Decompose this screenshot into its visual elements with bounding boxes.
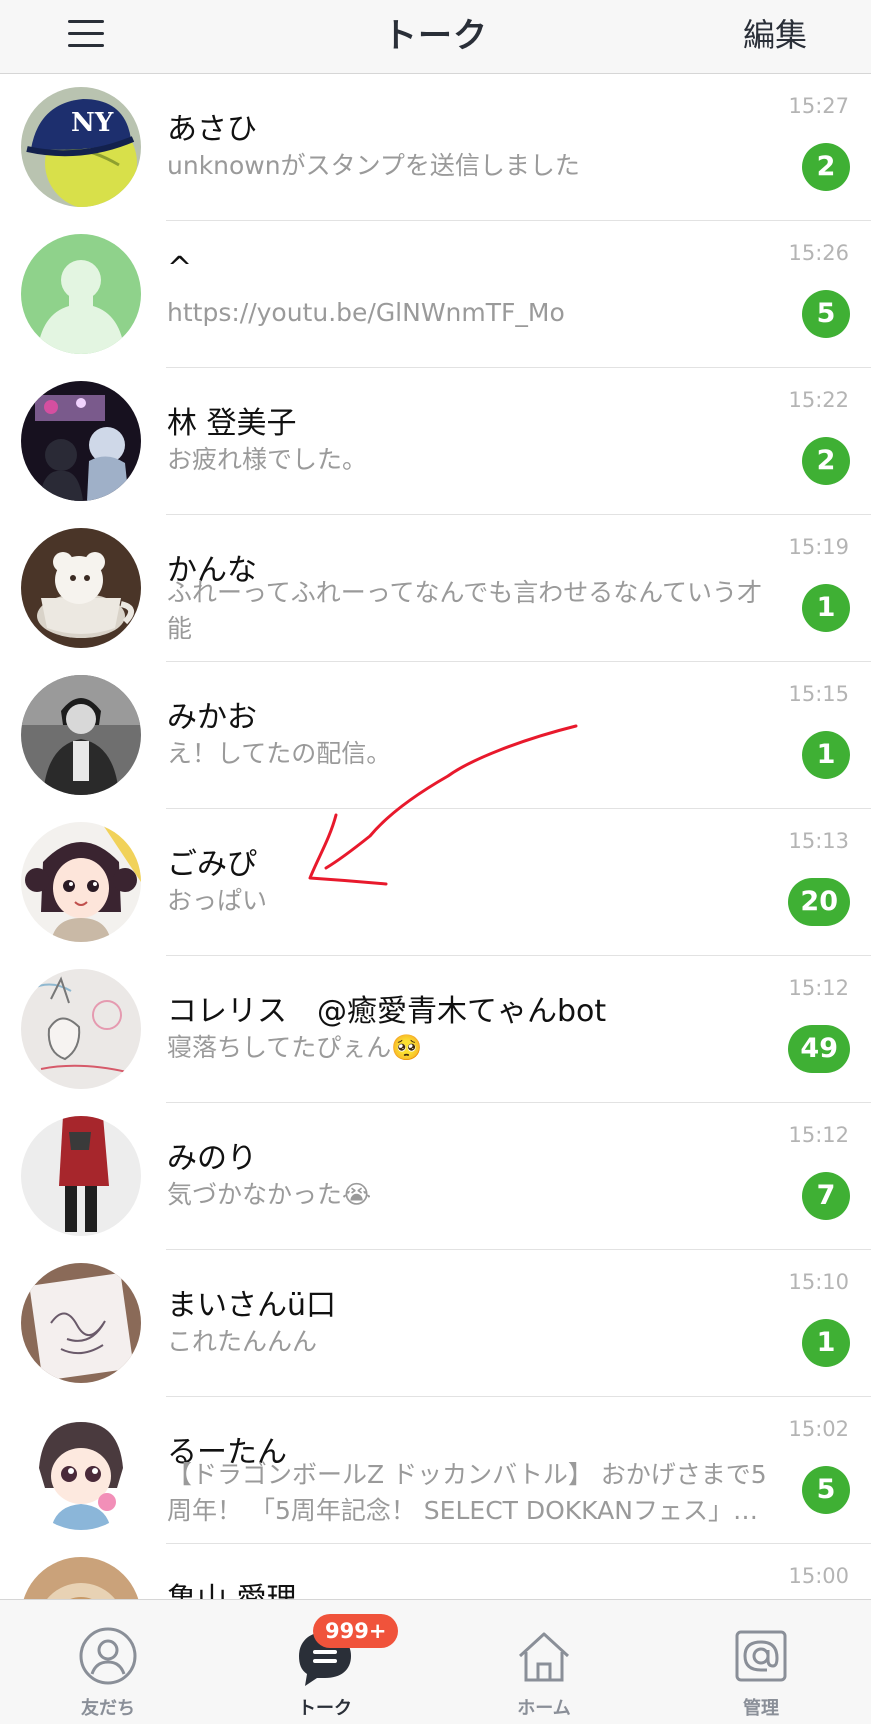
avatar — [21, 381, 141, 501]
chat-last-message: 気づかなかった😭 — [167, 1180, 372, 1209]
chat-row-mikao[interactable]: みかお え！してたの配信。 15:15 1 — [0, 662, 871, 809]
chat-last-message: これたんんん — [167, 1327, 318, 1356]
unread-badge: 5 — [802, 290, 850, 338]
tab-label: トーク — [298, 1698, 352, 1719]
avatar — [21, 1263, 141, 1383]
chat-row-kameyama[interactable]: 亀山 愛理 15:00 — [0, 1544, 871, 1599]
chat-name: あさひ — [167, 112, 257, 147]
chat-row-asahi[interactable]: NY あさひ unknownがスタンプを送信しました 15:27 2 — [0, 74, 871, 221]
chat-last-message: え！してたの配信。 — [167, 739, 392, 768]
chat-name: みのり — [167, 1141, 257, 1176]
chat-time: 15:19 — [788, 535, 849, 559]
chat-time: 15:00 — [788, 1564, 849, 1588]
unread-badge: 1 — [802, 1319, 850, 1367]
chat-row-korerisu[interactable]: コレリス @癒愛青木てゃんbot 寝落ちしてたぴぇん🥺 15:12 49 — [0, 956, 871, 1103]
bottom-tab-bar: 友だち トーク 999+ ホーム 管理 — [0, 1599, 871, 1724]
chat-name: 林 登美子 — [167, 406, 297, 441]
chat-time: 15:02 — [788, 1417, 849, 1441]
chat-time: 15:27 — [788, 94, 849, 118]
tab-home[interactable]: ホーム — [474, 1600, 614, 1725]
chat-row-kanna[interactable]: かんな ふれーってふれーってなんでも言わせるなんていう才能 15:19 1 — [0, 515, 871, 662]
chat-last-message: ふれーってふれーってなんでも言わせるなんていう才能 — [167, 578, 763, 643]
default-person-icon — [21, 234, 141, 354]
chat-row-hayashi[interactable]: 林 登美子 お疲れ様でした。 15:22 2 — [0, 368, 871, 515]
chat-name: 亀山 愛理 — [167, 1574, 297, 1599]
chat-name: ^ — [167, 251, 193, 286]
chat-last-message: 寝落ちしてたぴぇん🥺 — [167, 1033, 423, 1062]
avatar — [21, 822, 141, 942]
chat-row-gomipi[interactable]: ごみぴ おっぱい 15:13 20 — [0, 809, 871, 956]
avatar — [21, 1116, 141, 1236]
chat-time: 15:13 — [788, 829, 849, 853]
tab-label: 友だち — [81, 1698, 135, 1719]
chat-row-caret[interactable]: ^ https://youtu.be/GlNWnmTF_Mo 15:26 5 — [0, 221, 871, 368]
avatar — [21, 1557, 141, 1599]
chat-time: 15:12 — [788, 976, 849, 1000]
avatar — [21, 528, 141, 648]
tab-friends[interactable]: 友だち — [38, 1600, 178, 1725]
chat-last-message: https://youtu.be/GlNWnmTF_Mo — [167, 298, 565, 327]
chat-time: 15:12 — [788, 1123, 849, 1147]
chat-name: コレリス @癒愛青木てゃんbot — [167, 994, 607, 1029]
tab-label: 管理 — [743, 1698, 779, 1719]
page-title: トーク — [383, 16, 488, 56]
unread-badge: 1 — [802, 584, 850, 632]
unread-badge: 5 — [802, 1466, 850, 1514]
unread-badge: 2 — [802, 143, 850, 191]
chat-last-message: お疲れ様でした。 — [167, 445, 368, 474]
svg-text:NY: NY — [71, 108, 114, 138]
unread-total-badge: 999+ — [313, 1614, 399, 1648]
edit-button[interactable]: 編集 — [743, 10, 807, 56]
unread-badge: 7 — [802, 1172, 850, 1220]
person-icon — [79, 1627, 137, 1685]
chat-name: まいさんü口 — [167, 1288, 337, 1323]
avatar: NY — [21, 87, 141, 207]
chat-time: 15:15 — [788, 682, 849, 706]
chat-row-ruutan[interactable]: るーたん 【ドラゴンボールZ ドッカンバトル】 おかげさまで5周年！ 「5周年記… — [0, 1397, 871, 1544]
chat-list: NY あさひ unknownがスタンプを送信しました 15:27 2 ^ htt… — [0, 74, 871, 1599]
chat-last-message: 【ドラゴンボールZ ドッカンバトル】 おかげさまで5周年！ 「5周年記念！ SE… — [167, 1460, 767, 1525]
chat-name: ごみぴ — [167, 847, 257, 882]
chat-time: 15:26 — [788, 241, 849, 265]
top-bar: トーク 編集 — [0, 0, 871, 74]
avatar — [21, 969, 141, 1089]
unread-badge: 20 — [788, 878, 850, 926]
unread-badge: 49 — [788, 1025, 850, 1073]
chat-last-message: おっぱい — [167, 886, 268, 915]
avatar — [21, 675, 141, 795]
tab-manage[interactable]: 管理 — [691, 1600, 831, 1725]
avatar — [21, 1410, 141, 1530]
at-sign-icon — [735, 1630, 787, 1682]
chat-name: みかお — [167, 700, 257, 735]
tab-label: ホーム — [517, 1698, 571, 1719]
chat-time: 15:10 — [788, 1270, 849, 1294]
chat-last-message: unknownがスタンプを送信しました — [167, 151, 580, 180]
chat-row-minori[interactable]: みのり 気づかなかった😭 15:12 7 — [0, 1103, 871, 1250]
unread-badge: 1 — [802, 731, 850, 779]
unread-badge: 2 — [802, 437, 850, 485]
chat-row-maisan[interactable]: まいさんü口 これたんんん 15:10 1 — [0, 1250, 871, 1397]
home-icon — [518, 1632, 570, 1682]
chat-time: 15:22 — [788, 388, 849, 412]
